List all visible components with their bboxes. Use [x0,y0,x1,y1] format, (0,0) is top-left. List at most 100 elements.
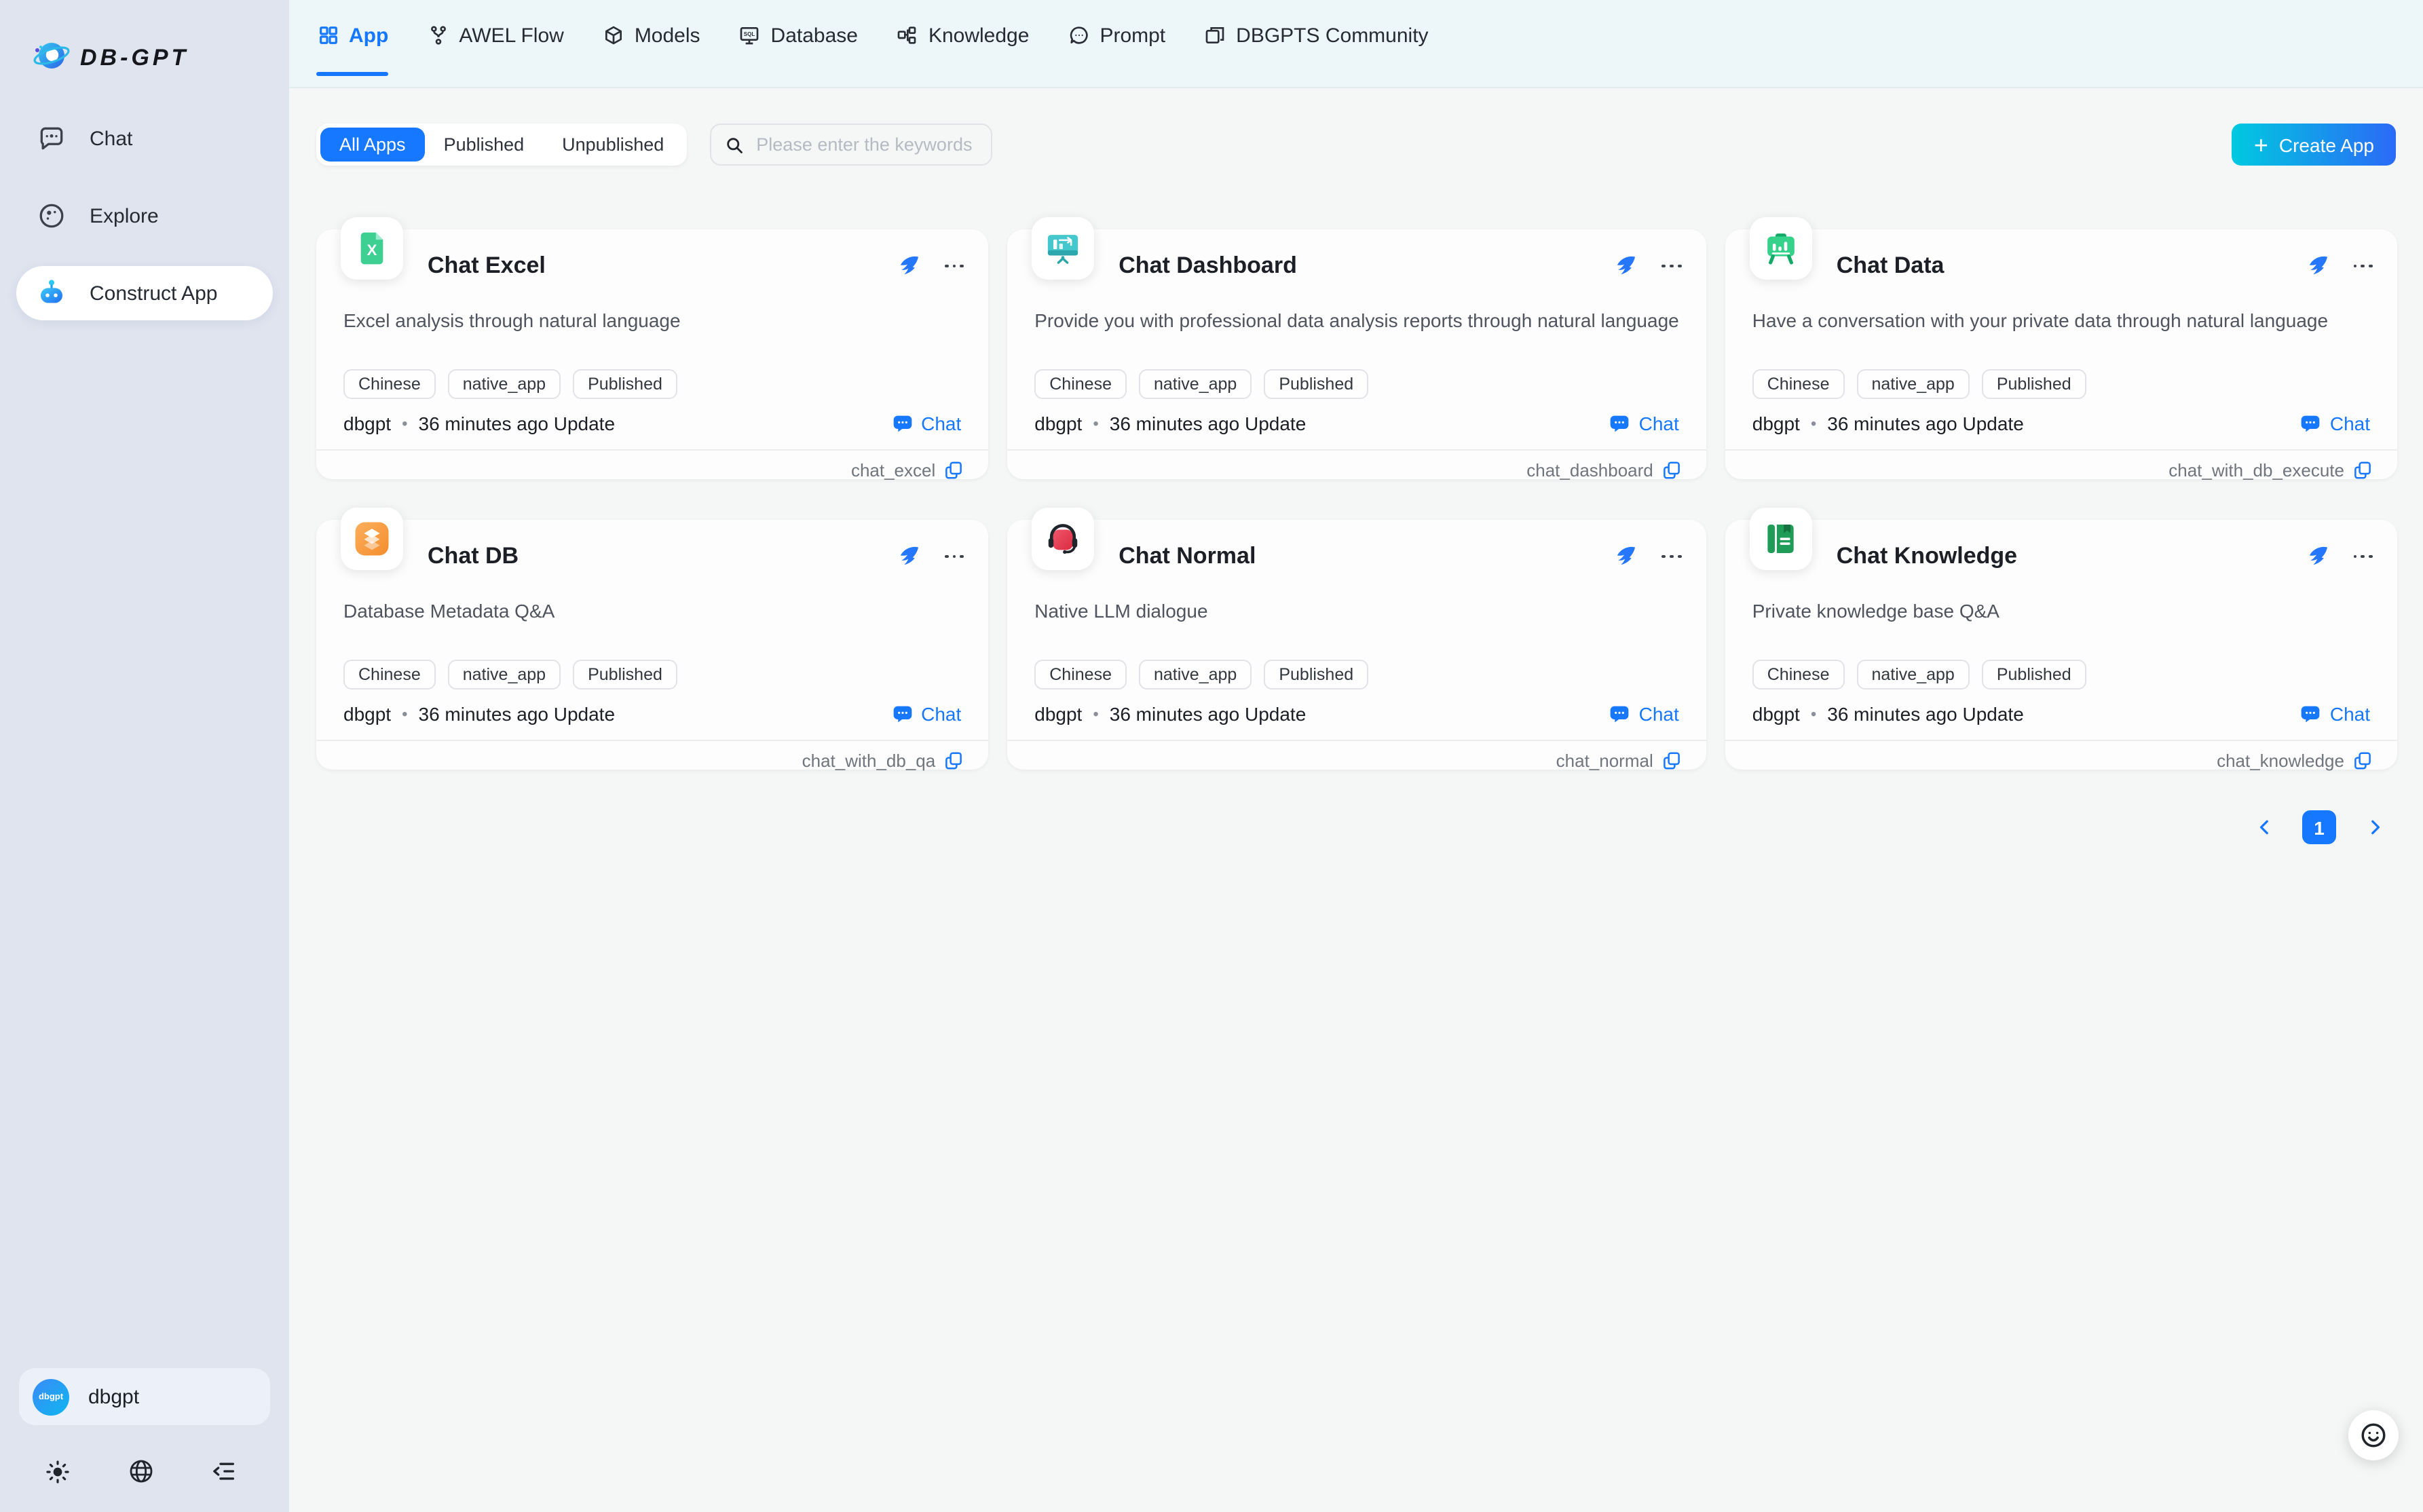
sql-monitor-icon: SQL [738,24,762,47]
card-menu-button[interactable] [1662,549,1682,564]
app-updated: 36 minutes ago Update [1827,703,2024,725]
card-menu-button[interactable] [2353,259,2373,273]
chat-button[interactable]: Chat [1609,413,1679,434]
card-footer: chat_with_db_execute [1725,449,2397,480]
sidebar-item-construct-app[interactable]: Construct App [16,266,273,320]
search-input[interactable] [753,133,977,156]
app-updated: 36 minutes ago Update [1827,413,2024,434]
sidebar-item-label: Chat [90,127,132,150]
app-updated: 36 minutes ago Update [1110,413,1307,434]
card-menu-button[interactable] [944,549,964,564]
planet-logo-icon [33,36,71,81]
explore-planet-icon [35,200,68,232]
app-card-description: Private knowledge base Q&A [1752,597,2370,624]
app-card-chat-data[interactable]: Chat Data Have a conversation with your … [1725,229,2397,479]
app-card-title: Chat Knowledge [1837,543,2304,570]
community-grid-icon [1203,24,1226,47]
app-card-chat-normal[interactable]: Chat Normal Native LLM dialogue Chinese … [1007,520,1706,770]
separator-dot: • [1093,414,1098,433]
chat-button[interactable]: Chat [1609,703,1679,725]
copy-icon[interactable] [943,460,964,480]
app-card-description: Excel analysis through natural language [343,307,961,334]
tab-knowledge[interactable]: Knowledge [896,0,1029,87]
filter-unpublished[interactable]: Unpublished [543,128,683,162]
filter-all-apps[interactable]: All Apps [320,128,425,162]
tab-prompt[interactable]: Prompt [1067,0,1165,87]
next-page-icon[interactable] [2361,814,2388,841]
apps-toolbar: All Apps Published Unpublished + Create … [316,122,2396,167]
knowledge-graph-icon [896,24,919,47]
dingtalk-share-icon[interactable] [895,254,920,278]
dingtalk-share-icon[interactable] [2304,254,2329,278]
collapse-sidebar-icon[interactable] [210,1458,238,1485]
app-owner: dbgpt [343,413,391,434]
card-footer: chat_with_db_qa [316,740,988,771]
meta-row: dbgpt • 36 minutes ago Update Chat [1034,413,1679,434]
separator-dot: • [1811,414,1816,433]
user-chip[interactable]: dbgpt dbgpt [19,1368,270,1425]
copy-icon[interactable] [2352,751,2373,771]
app-card-chat-knowledge[interactable]: Chat Knowledge Private knowledge base Q&… [1725,520,2397,770]
robot-icon [35,277,68,309]
app-owner: dbgpt [1752,413,1800,434]
search-box[interactable] [710,124,992,166]
dingtalk-share-icon[interactable] [1613,544,1638,569]
app-owner: dbgpt [343,703,391,725]
tab-label: Database [771,24,858,47]
app-card-title: Chat Data [1837,252,2304,280]
language-globe-icon[interactable] [127,1458,154,1485]
card-menu-button[interactable] [2353,549,2373,564]
sidebar-item-explore[interactable]: Explore [16,189,273,243]
prompt-bubble-icon [1067,24,1090,47]
excel-doc-icon: X [341,217,403,280]
tab-awel-flow[interactable]: AWEL Flow [426,0,563,87]
chat-button[interactable]: Chat [2300,413,2370,434]
tab-dbgpts-community[interactable]: DBGPTS Community [1203,0,1428,87]
tag: native_app [448,660,561,689]
tab-models[interactable]: Models [602,0,700,87]
app-card-description: Database Metadata Q&A [343,597,961,624]
sidebar-item-label: Explore [90,204,159,227]
chat-button[interactable]: Chat [891,703,961,725]
tab-label: DBGPTS Community [1236,24,1428,47]
tab-label: Prompt [1100,24,1165,47]
knowledge-book-icon [1750,508,1812,570]
filter-published[interactable]: Published [425,128,544,162]
feedback-smiley-button[interactable] [2348,1410,2399,1460]
sidebar-bottom: dbgpt dbgpt [0,1368,289,1512]
tag: Chinese [343,369,436,399]
app-card-chat-db[interactable]: Chat DB Database Metadata Q&A Chinese na… [316,520,988,770]
app-card-description: Have a conversation with your private da… [1752,307,2370,334]
chat-bubble-icon [891,413,913,434]
dingtalk-share-icon[interactable] [895,544,920,569]
theme-sun-icon[interactable] [43,1458,71,1485]
previous-page-icon[interactable] [2251,814,2278,841]
app-card-chat-excel[interactable]: X Chat Excel Excel analysis through natu… [316,229,988,479]
create-app-button[interactable]: + Create App [2232,124,2396,166]
separator-dot: • [1093,704,1098,723]
headset-icon [1032,508,1094,570]
dingtalk-share-icon[interactable] [1613,254,1638,278]
meta-row: dbgpt • 36 minutes ago Update Chat [343,413,961,434]
chat-bubble-icon [2300,413,2322,434]
tag-row: Chinese native_app Published [343,660,961,689]
card-menu-button[interactable] [944,259,964,273]
chat-button[interactable]: Chat [2300,703,2370,725]
tag: native_app [1857,369,1970,399]
copy-icon[interactable] [1661,460,1682,480]
dingtalk-share-icon[interactable] [2304,544,2329,569]
page-number[interactable]: 1 [2302,810,2336,844]
card-menu-button[interactable] [1662,259,1682,273]
app-card-title: Chat Dashboard [1119,252,1613,280]
tag: native_app [448,369,561,399]
sidebar-item-chat[interactable]: Chat [16,111,273,166]
flow-branch-icon [426,24,449,47]
tab-app[interactable]: App [316,0,388,87]
copy-icon[interactable] [1661,751,1682,771]
tab-database[interactable]: SQL Database [738,0,858,87]
scene-name: chat_with_db_execute [2168,460,2344,480]
copy-icon[interactable] [2352,460,2373,480]
app-card-chat-dashboard[interactable]: Chat Dashboard Provide you with professi… [1007,229,1706,479]
copy-icon[interactable] [943,751,964,771]
chat-button[interactable]: Chat [891,413,961,434]
